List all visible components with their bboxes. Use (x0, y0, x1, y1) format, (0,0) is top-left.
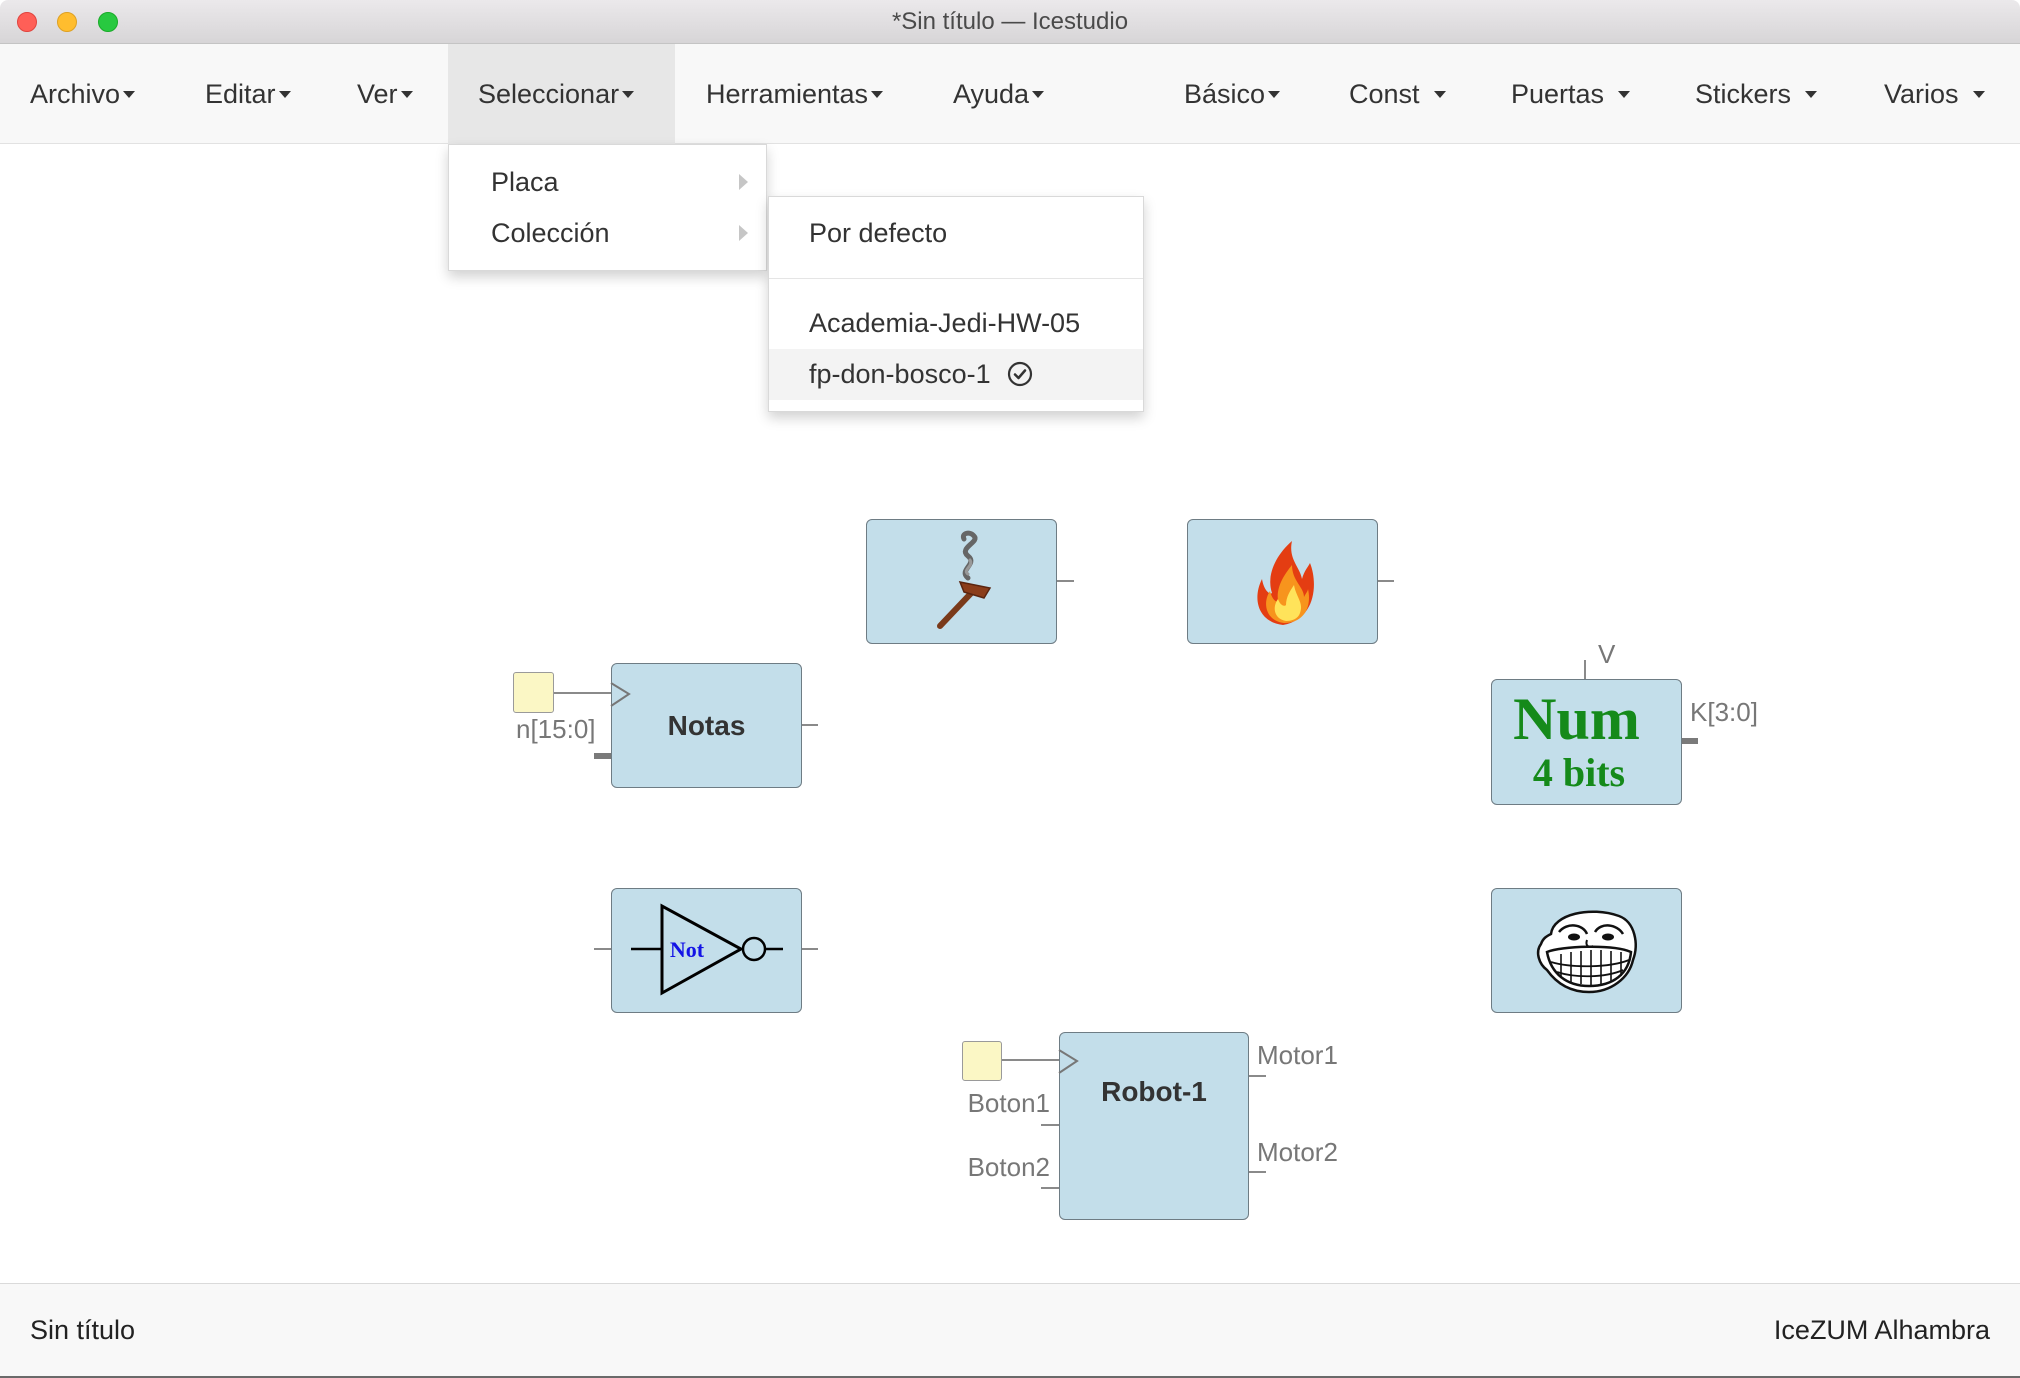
menu-label: Ver (357, 79, 398, 109)
menu-item-label: Colección (491, 218, 610, 248)
menu-divider (769, 278, 1143, 279)
output-port[interactable] (802, 724, 818, 726)
caret-down-icon (400, 90, 413, 98)
menu-item-label: fp-don-bosco-1 (809, 359, 991, 389)
chevron-right-icon (739, 225, 748, 241)
num-input-port[interactable] (1584, 660, 1586, 679)
not-gate-label: Not (670, 937, 705, 962)
input-port[interactable] (594, 948, 611, 950)
menu-archivo[interactable]: Archivo (30, 44, 136, 144)
menu-label: Stickers (1695, 79, 1792, 109)
menu-label: Archivo (30, 79, 121, 109)
check-circle-icon (1007, 361, 1032, 386)
wire[interactable] (1002, 1059, 1059, 1061)
notas-block-label: Notas (667, 710, 746, 741)
notas-input-label: n[15:0] (516, 714, 596, 744)
num-input-label: V (1598, 639, 1616, 669)
menu-basico[interactable]: Básico (1184, 44, 1281, 144)
output-port[interactable] (1378, 580, 1394, 582)
robot-block[interactable] (1059, 1032, 1249, 1220)
robot-output-label-motor1: Motor1 (1257, 1040, 1338, 1070)
footer-board-name[interactable]: IceZUM Alhambra (1774, 1284, 1990, 1376)
caret-down-icon (278, 90, 291, 98)
menu-item-label: Placa (491, 167, 559, 197)
menu-item-coleccion[interactable]: Colección (449, 208, 766, 259)
caret-down-icon (622, 90, 635, 98)
torch-smoke-icon (937, 530, 992, 629)
caret-down-icon (1268, 90, 1281, 98)
caret-down-icon (123, 90, 136, 98)
menu-item-placa[interactable]: Placa (449, 157, 766, 208)
menu-label: Herramientas (706, 79, 869, 109)
input-port-boton2[interactable] (1041, 1187, 1059, 1189)
robot-block-label: Robot-1 (1101, 1076, 1207, 1107)
num-block-subtitle: 4 bits (1532, 750, 1626, 795)
menu-item-fp-don-bosco[interactable]: fp-don-bosco-1 (769, 349, 1143, 400)
menu-item-label: Academia-Jedi-HW-05 (809, 308, 1081, 338)
num-output-label: K[3:0] (1690, 697, 1758, 727)
window-title: *Sin título — Icestudio (891, 8, 1129, 35)
wire[interactable] (554, 692, 611, 694)
menu-label: Puertas (1511, 79, 1605, 109)
num-block-title: Num (1513, 686, 1640, 752)
caret-down-icon (1805, 90, 1818, 98)
menu-label: Editar (205, 79, 276, 109)
menu-label: Seleccionar (478, 79, 620, 109)
bus-input-port[interactable] (594, 753, 611, 759)
menu-label: Básico (1184, 79, 1266, 109)
menu-herramientas[interactable]: Herramientas (706, 44, 884, 144)
menu-label: Const (1349, 79, 1420, 109)
menu-item-academia-jedi[interactable]: Academia-Jedi-HW-05 (769, 298, 1143, 349)
menu-label: Ayuda (953, 79, 1030, 109)
menu-varios[interactable]: Varios (1884, 44, 1985, 144)
output-port[interactable] (802, 948, 818, 950)
output-port[interactable] (1057, 580, 1074, 582)
not-gate-icon: Not (631, 903, 783, 996)
input-port-boton1[interactable] (1041, 1124, 1059, 1126)
chevron-right-icon (739, 174, 748, 190)
menu-item-label: Por defecto (809, 218, 948, 248)
coleccion-submenu: Por defecto Academia-Jedi-HW-05 fp-don-b… (768, 196, 1144, 412)
fire-icon (1257, 541, 1314, 625)
caret-down-icon (1972, 90, 1985, 98)
output-port-motor2[interactable] (1249, 1171, 1266, 1173)
status-bar: Sin título IceZUM Alhambra (0, 1283, 2020, 1378)
caret-down-icon (1433, 90, 1446, 98)
menu-ayuda[interactable]: Ayuda (953, 44, 1045, 144)
caret-down-icon (1032, 90, 1045, 98)
robot-input-label-boton1: Boton1 (967, 1088, 1050, 1118)
menu-ver[interactable]: Ver (357, 44, 413, 144)
menu-item-por-defecto[interactable]: Por defecto (769, 208, 1143, 259)
input-pin[interactable] (513, 672, 554, 713)
menu-puertas[interactable]: Puertas (1511, 44, 1631, 144)
clock-input-icon (1058, 1049, 1079, 1074)
troll-face-icon (1536, 910, 1637, 994)
menu-editar[interactable]: Editar (205, 44, 291, 144)
footer-file-name: Sin título (30, 1315, 136, 1345)
robot-input-label-boton2: Boton2 (967, 1152, 1050, 1182)
caret-down-icon (871, 90, 884, 98)
caret-down-icon (1618, 90, 1631, 98)
bus-output-port[interactable] (1682, 738, 1698, 744)
menu-const[interactable]: Const (1349, 44, 1446, 144)
menu-stickers[interactable]: Stickers (1695, 44, 1818, 144)
input-pin[interactable] (962, 1041, 1002, 1081)
menu-seleccionar[interactable]: Seleccionar (478, 44, 635, 144)
output-port-motor1[interactable] (1249, 1075, 1266, 1077)
title-bar: *Sin título — Icestudio (0, 0, 2020, 44)
seleccionar-dropdown: Placa Colección (448, 144, 767, 271)
robot-output-label-motor2: Motor2 (1257, 1137, 1338, 1167)
menu-label: Varios (1884, 79, 1959, 109)
